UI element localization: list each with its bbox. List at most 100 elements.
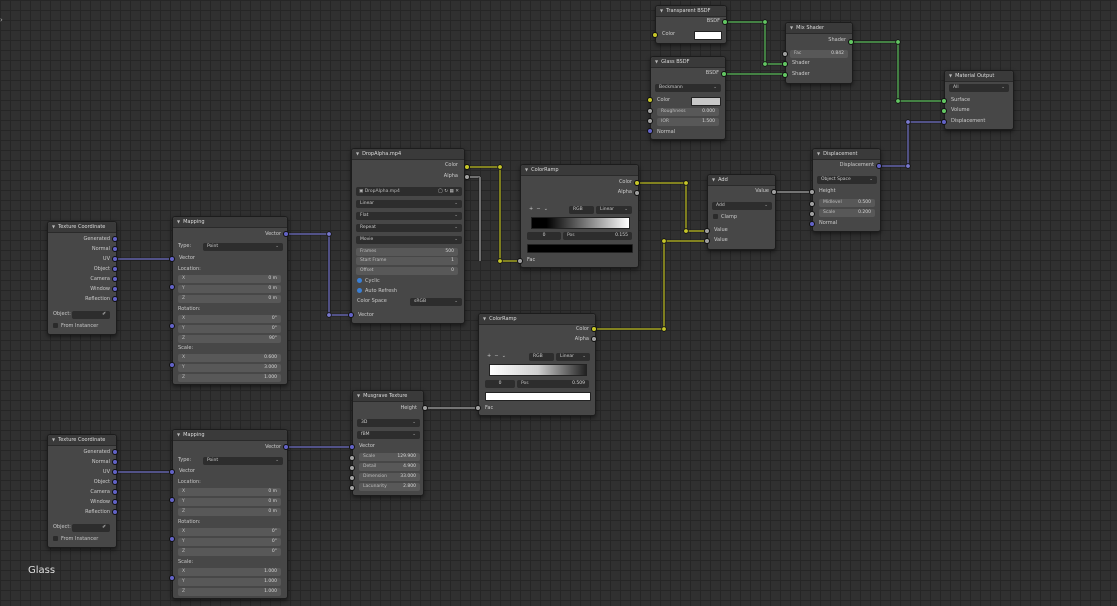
- reroute-dot[interactable]: [895, 39, 901, 45]
- reroute-dot[interactable]: [895, 98, 901, 104]
- reroute-dot[interactable]: [683, 180, 689, 186]
- socket-color-in[interactable]: [652, 32, 658, 38]
- space-dropdown[interactable]: Object Space ⌄: [817, 176, 877, 184]
- rotation-y-field[interactable]: Y 0°: [178, 325, 281, 333]
- socket-vector-out[interactable]: [283, 444, 289, 450]
- socket-reflection[interactable]: [112, 296, 118, 302]
- mapping-node[interactable]: ▼ Mapping Vector Type: Point ⌄ Vector Loca…: [172, 216, 288, 385]
- detail-field[interactable]: Detail 4.900: [359, 463, 420, 471]
- socket-scale-in[interactable]: [169, 575, 175, 581]
- socket-value-out[interactable]: [771, 189, 777, 195]
- socket-fac-in[interactable]: [517, 258, 523, 264]
- scale-field[interactable]: Scale 129.900: [359, 453, 420, 461]
- reroute-dot[interactable]: [326, 312, 332, 318]
- socket-fac-in[interactable]: [475, 405, 481, 411]
- socket-lacunarity-in[interactable]: [349, 485, 355, 491]
- stop-color-swatch[interactable]: [527, 244, 633, 253]
- socket-shader-in-2[interactable]: [782, 72, 788, 78]
- socket-alpha-out[interactable]: [591, 336, 597, 342]
- reload-icon[interactable]: ↻: [444, 189, 448, 194]
- socket-camera[interactable]: [112, 276, 118, 282]
- socket-location-in[interactable]: [169, 284, 175, 290]
- checkbox-icon[interactable]: [53, 323, 58, 328]
- socket-normal-in[interactable]: [647, 128, 653, 134]
- color-space-dropdown[interactable]: sRGB ⌄: [410, 298, 462, 306]
- image-actions[interactable]: ◯ ↻ ▦ ✕: [438, 187, 459, 196]
- reroute-dot[interactable]: [762, 61, 768, 67]
- midlevel-field[interactable]: Midlevel 0.500: [819, 199, 875, 207]
- musgrave-texture-node[interactable]: ▼ Musgrave Texture Height 3D ⌄ fBM ⌄ Vector…: [352, 390, 424, 496]
- socket-bsdf-out[interactable]: [722, 19, 728, 25]
- location-x-field[interactable]: X 0 m: [178, 488, 281, 496]
- target-dropdown[interactable]: All ⌄: [949, 84, 1009, 92]
- socket-fac-in[interactable]: [782, 51, 788, 57]
- transparent-bsdf-node[interactable]: ▼ Transparent BSDF BSDF Color: [655, 5, 727, 44]
- node-header[interactable]: ▼ ColorRamp: [479, 314, 595, 325]
- socket-vector-in[interactable]: [349, 444, 355, 450]
- reroute-dot[interactable]: [762, 19, 768, 25]
- material-output-node[interactable]: ▼ Material Output All ⌄ Surface Volume Dis…: [944, 70, 1014, 130]
- color-ramp-gradient[interactable]: [531, 217, 630, 229]
- socket-generated[interactable]: [112, 236, 118, 242]
- socket-object[interactable]: [112, 479, 118, 485]
- offset-field[interactable]: Offset 0: [356, 267, 458, 275]
- texture-coordinate-node-2[interactable]: ▼ Texture Coordinate Generated Normal UV …: [47, 434, 117, 548]
- color-swatch[interactable]: [694, 31, 722, 40]
- socket-scale-in[interactable]: [169, 362, 175, 368]
- position-field[interactable]: Pos 0.509: [517, 380, 589, 388]
- ior-field[interactable]: IOR 1.500: [657, 118, 719, 126]
- node-header[interactable]: ▼ DropAlpha.mp4: [352, 149, 464, 160]
- socket-generated[interactable]: [112, 449, 118, 455]
- location-z-field[interactable]: Z 0 m: [178, 508, 281, 516]
- type-dropdown[interactable]: Point ⌄: [203, 243, 283, 251]
- socket-window[interactable]: [112, 499, 118, 505]
- location-x-field[interactable]: X 0 m: [178, 275, 281, 283]
- displacement-node[interactable]: ▼ Displacement Displacement Object Space ⌄…: [812, 148, 881, 232]
- stop-index-field[interactable]: 0: [485, 380, 515, 388]
- rotation-z-field[interactable]: Z 90°: [178, 335, 281, 343]
- eyedropper-icon[interactable]: ✐: [102, 524, 106, 532]
- socket-volume-in[interactable]: [941, 108, 947, 114]
- location-z-field[interactable]: Z 0 m: [178, 295, 281, 303]
- stop-color-swatch[interactable]: [485, 392, 591, 401]
- remove-stop-icon[interactable]: −: [536, 206, 540, 212]
- socket-vector-in[interactable]: [348, 312, 354, 318]
- socket-normal[interactable]: [112, 459, 118, 465]
- reroute-dot[interactable]: [683, 228, 689, 234]
- socket-object[interactable]: [112, 266, 118, 272]
- socket-color-out[interactable]: [591, 326, 597, 332]
- stop-index-field[interactable]: 0: [527, 232, 561, 240]
- node-header[interactable]: ▼ Add: [708, 175, 775, 186]
- node-header[interactable]: ▼ Material Output: [945, 71, 1013, 82]
- position-field[interactable]: Pos 0.155: [563, 232, 632, 240]
- reroute-dot[interactable]: [905, 163, 911, 169]
- distribution-dropdown[interactable]: Beckmann ⌄: [655, 84, 721, 92]
- scale-y-field[interactable]: Y 1.000: [178, 578, 281, 586]
- scale-field[interactable]: Scale 0.200: [819, 209, 875, 217]
- color-mode-dropdown[interactable]: RGB: [529, 353, 554, 361]
- socket-surface-in[interactable]: [941, 98, 947, 104]
- socket-alpha-out[interactable]: [464, 174, 470, 180]
- object-field[interactable]: ✐: [72, 311, 110, 319]
- rotation-y-field[interactable]: Y 0°: [178, 538, 281, 546]
- rotation-x-field[interactable]: X 0°: [178, 528, 281, 536]
- node-header[interactable]: ▼ Mapping: [173, 430, 287, 441]
- scale-x-field[interactable]: X 1.000: [178, 568, 281, 576]
- socket-color-out[interactable]: [464, 164, 470, 170]
- projection-dropdown[interactable]: Flat ⌄: [356, 212, 462, 220]
- node-header[interactable]: ▼ Texture Coordinate: [48, 222, 116, 233]
- reroute-dot[interactable]: [661, 326, 667, 332]
- socket-normal[interactable]: [112, 246, 118, 252]
- socket-displacement-in[interactable]: [941, 119, 947, 125]
- socket-displacement-out[interactable]: [876, 163, 882, 169]
- glass-bsdf-node[interactable]: ▼ Glass BSDF BSDF Beckmann ⌄ Color Roughne…: [650, 56, 726, 140]
- dimensions-dropdown[interactable]: 3D ⌄: [357, 419, 420, 427]
- node-header[interactable]: ▼ Mapping: [173, 217, 287, 228]
- node-header[interactable]: ▼ ColorRamp: [521, 165, 638, 176]
- socket-value-in-2[interactable]: [704, 238, 710, 244]
- eyedropper-icon[interactable]: ✐: [102, 311, 106, 319]
- frames-field[interactable]: Frames 500: [356, 248, 458, 256]
- extension-dropdown[interactable]: Repeat ⌄: [356, 224, 462, 232]
- socket-midlevel-in[interactable]: [809, 201, 815, 207]
- checkbox-icon[interactable]: [53, 536, 58, 541]
